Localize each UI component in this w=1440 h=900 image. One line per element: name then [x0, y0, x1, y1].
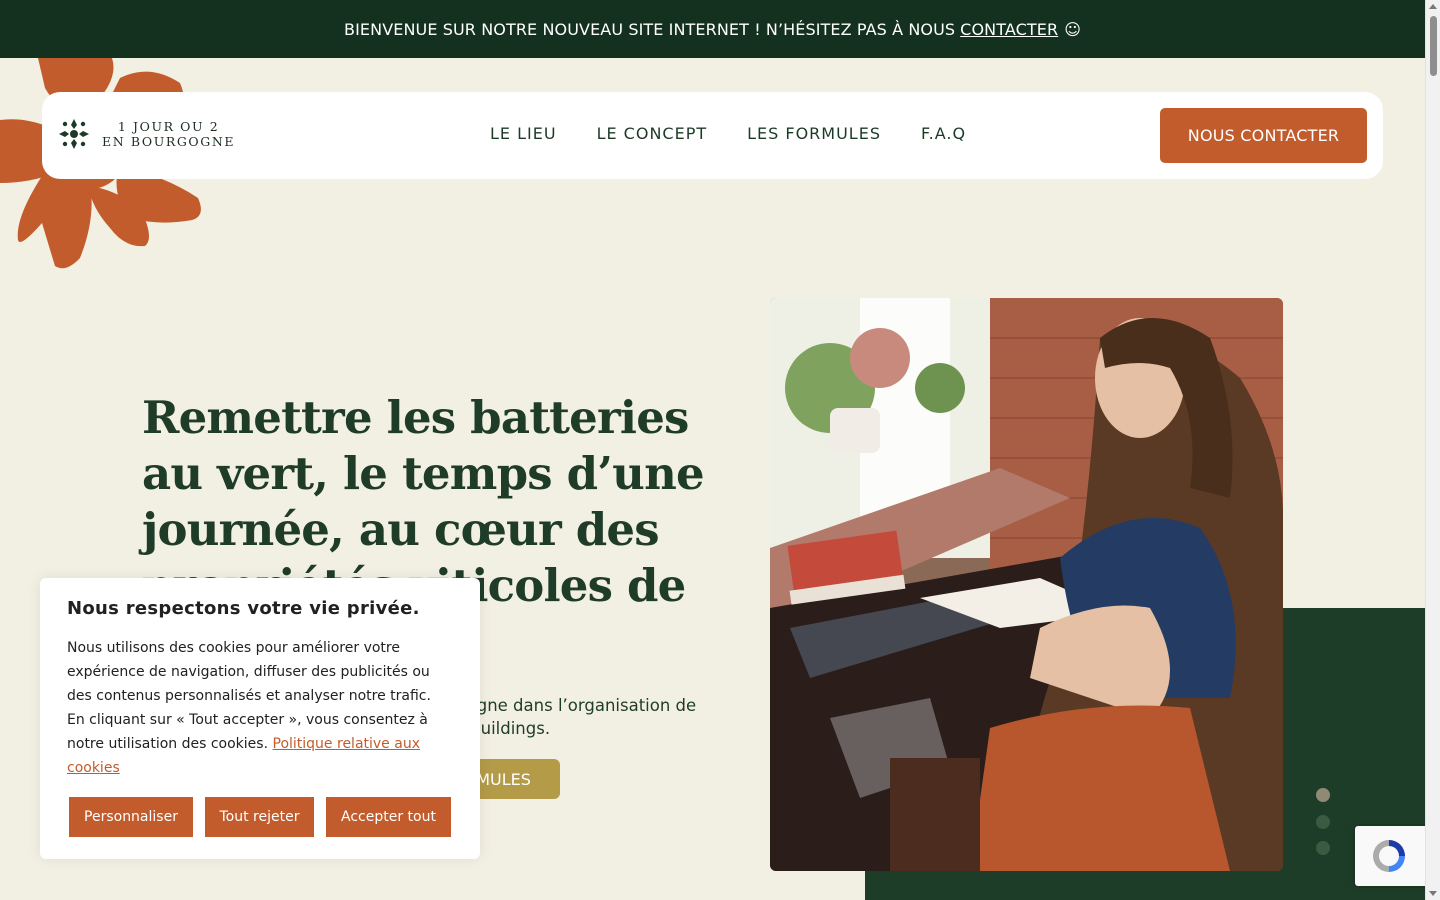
nav-item-le-concept[interactable]: LE CONCEPT [597, 124, 708, 143]
scroll-up-icon[interactable] [1429, 4, 1437, 9]
smile-icon: ☺ [1064, 19, 1081, 39]
cookie-banner: Nous respectons votre vie privée. Nous u… [40, 578, 480, 859]
slider-dot-3[interactable] [1316, 841, 1330, 855]
accept-all-button[interactable]: Accepter tout [326, 797, 451, 837]
logo-line-1: 1 JOUR OU 2 [117, 119, 220, 134]
logo-text: 1 JOUR OU 2 EN BOURGOGNE [102, 119, 235, 149]
announcement-bar: BIENVENUE SUR NOTRE NOUVEAU SITE INTERNE… [0, 0, 1425, 58]
contact-button[interactable]: NOUS CONTACTER [1160, 108, 1367, 163]
nav-item-les-formules[interactable]: LES FORMULES [747, 124, 881, 143]
announcement-text: BIENVENUE SUR NOTRE NOUVEAU SITE INTERNE… [344, 19, 956, 39]
announcement-contact-link[interactable]: CONTACTER [960, 20, 1058, 39]
cookie-title: Nous respectons votre vie privée. [67, 598, 420, 619]
site-header: 1 JOUR OU 2 EN BOURGOGNE LE LIEU LE CONC… [42, 92, 1383, 179]
nav-item-le-lieu[interactable]: LE LIEU [490, 124, 557, 143]
recaptcha-badge[interactable] [1355, 826, 1430, 886]
reject-all-button[interactable]: Tout rejeter [205, 797, 314, 837]
slider-dot-2[interactable] [1316, 815, 1330, 829]
flower-cross-icon [59, 119, 89, 149]
nav-item-faq[interactable]: F.A.Q [921, 124, 966, 143]
scroll-thumb[interactable] [1430, 16, 1437, 76]
recaptcha-icon [1373, 840, 1405, 872]
page-scrollbar[interactable] [1425, 0, 1440, 900]
hero-photo [770, 298, 1283, 871]
scroll-down-icon[interactable] [1429, 891, 1437, 896]
customize-button[interactable]: Personnaliser [69, 797, 193, 837]
logo-line-2: EN BOURGOGNE [102, 134, 236, 149]
cookie-text: Nous utilisons des cookies pour améliore… [67, 636, 447, 780]
slider-dot-1[interactable] [1316, 788, 1330, 802]
main-nav: LE LIEU LE CONCEPT LES FORMULES F.A.Q [490, 124, 966, 143]
logo[interactable]: 1 JOUR OU 2 EN BOURGOGNE [58, 117, 235, 151]
